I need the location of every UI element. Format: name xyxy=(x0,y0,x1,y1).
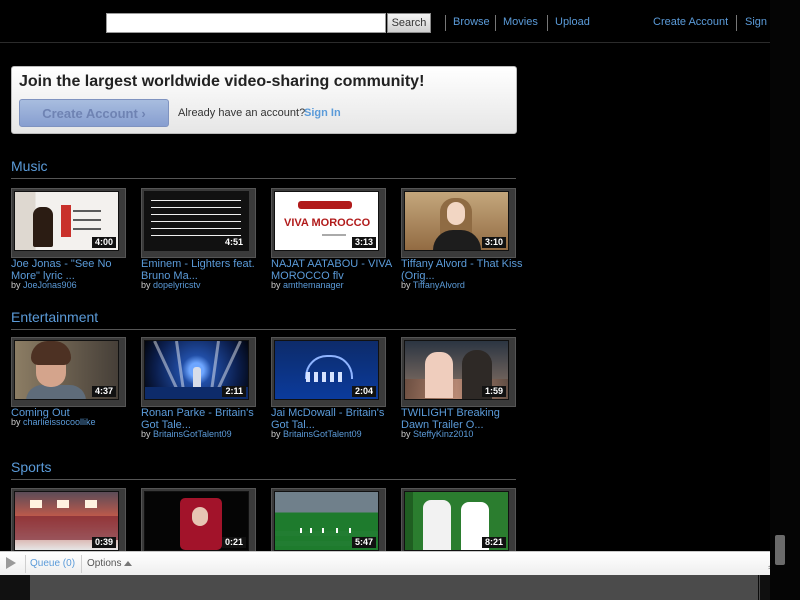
queue-bar: Queue (0) Options ︽ xyxy=(0,551,800,576)
section-divider xyxy=(11,479,516,480)
video-thumbnail[interactable]: 3:10 xyxy=(401,188,516,258)
duration-badge: 4:51 xyxy=(221,237,246,248)
page-bottom-panel xyxy=(30,575,758,600)
video-thumbnail[interactable]: 8:21 xyxy=(401,488,516,558)
nav-movies-link[interactable]: Movies xyxy=(503,16,538,28)
nav-upload-link[interactable]: Upload xyxy=(555,16,590,28)
video-thumbnail[interactable]: 4:37 xyxy=(11,337,126,407)
video-byline: by BritainsGotTalent09 xyxy=(141,429,232,439)
section-divider xyxy=(11,178,516,179)
duration-badge: 3:13 xyxy=(351,237,376,248)
video-thumbnail[interactable]: 4:00 xyxy=(11,188,126,258)
video-byline: by JoeJonas906 xyxy=(11,280,77,290)
channel-link[interactable]: TiffanyAlvord xyxy=(413,280,465,290)
video-byline: by TiffanyAlvord xyxy=(401,280,465,290)
channel-link[interactable]: BritainsGotTalent09 xyxy=(153,429,232,439)
video-title-link[interactable]: Joe Jonas - "See No More" lyric ... xyxy=(11,258,133,282)
promo-have-account-text: Already have an account? xyxy=(178,107,306,119)
nav-separator xyxy=(736,15,737,31)
video-byline: by charlieissocoollike xyxy=(11,417,96,427)
promo-sign-in-link[interactable]: Sign In xyxy=(304,107,341,119)
duration-badge: 4:37 xyxy=(91,386,116,397)
promo-title: Join the largest worldwide video-sharing… xyxy=(19,73,425,90)
video-thumbnail[interactable]: 4:51 xyxy=(141,188,256,258)
video-title-link[interactable]: TWILIGHT Breaking Dawn Trailer O... xyxy=(401,407,523,431)
duration-badge: 4:00 xyxy=(91,237,116,248)
right-scrollbar-area[interactable] xyxy=(770,0,800,600)
channel-link[interactable]: SteffyKinz2010 xyxy=(413,429,473,439)
play-icon[interactable] xyxy=(6,557,16,569)
search-input[interactable] xyxy=(106,13,386,33)
page-bottom-left-panel xyxy=(0,575,30,600)
create-account-button[interactable]: Create Account › xyxy=(19,99,169,127)
video-thumbnail[interactable]: 0:39 xyxy=(11,488,126,558)
scroll-track[interactable] xyxy=(759,575,770,600)
nav-separator xyxy=(495,15,496,31)
duration-badge: 5:47 xyxy=(351,537,376,548)
duration-badge: 2:11 xyxy=(222,386,246,397)
section-title[interactable]: Sports xyxy=(11,459,51,475)
video-byline: by dopelyricstv xyxy=(141,280,201,290)
caret-up-icon[interactable] xyxy=(124,561,132,566)
video-byline: by amthemanager xyxy=(271,280,344,290)
top-bar: Search Browse Movies Upload Create Accou… xyxy=(0,0,800,43)
video-byline: by SteffyKinz2010 xyxy=(401,429,474,439)
video-title-link[interactable]: Ronan Parke - Britain's Got Tale... xyxy=(141,407,263,431)
channel-link[interactable]: charlieissocoollike xyxy=(23,417,96,427)
video-thumbnail[interactable]: 0:21 xyxy=(141,488,256,558)
queue-separator xyxy=(81,555,82,573)
video-title-link[interactable]: Eminem - Lighters feat. Bruno Ma... xyxy=(141,258,263,282)
video-thumbnail[interactable]: 1:59 xyxy=(401,337,516,407)
duration-badge: 0:21 xyxy=(221,537,246,548)
channel-link[interactable]: amthemanager xyxy=(283,280,344,290)
queue-separator xyxy=(25,555,26,573)
search-button[interactable]: Search xyxy=(387,13,431,33)
scrollbar-thumb[interactable] xyxy=(775,535,785,565)
video-title-link[interactable]: Jai McDowall - Britain's Got Tal... xyxy=(271,407,393,431)
duration-badge: 1:59 xyxy=(481,386,506,397)
video-thumbnail[interactable]: 2:11 xyxy=(141,337,256,407)
section-title[interactable]: Entertainment xyxy=(11,309,98,325)
duration-badge: 8:21 xyxy=(481,537,506,548)
video-thumbnail[interactable]: 5:47 xyxy=(271,488,386,558)
create-account-link[interactable]: Create Account xyxy=(653,16,728,28)
section-divider xyxy=(11,329,516,330)
video-thumbnail[interactable]: 2:04 xyxy=(271,337,386,407)
duration-badge: 2:04 xyxy=(351,386,376,397)
duration-badge: 0:39 xyxy=(91,537,116,548)
nav-browse-link[interactable]: Browse xyxy=(453,16,490,28)
section-title[interactable]: Music xyxy=(11,158,48,174)
video-title-link[interactable]: NAJAT AATABOU - VIVA MOROCCO flv xyxy=(271,258,393,282)
duration-badge: 3:10 xyxy=(481,237,506,248)
nav-separator xyxy=(547,15,548,31)
options-menu[interactable]: Options xyxy=(87,558,121,569)
channel-link[interactable]: BritainsGotTalent09 xyxy=(283,429,362,439)
channel-link[interactable]: dopelyricstv xyxy=(153,280,201,290)
video-title-link[interactable]: Tiffany Alvord - That Kiss (Orig... xyxy=(401,258,523,282)
channel-link[interactable]: JoeJonas906 xyxy=(23,280,77,290)
nav-separator xyxy=(445,15,446,31)
signup-promo: Join the largest worldwide video-sharing… xyxy=(11,66,517,134)
video-byline: by BritainsGotTalent09 xyxy=(271,429,362,439)
video-thumbnail[interactable]: VIVA MOROCCO 3:13 xyxy=(271,188,386,258)
queue-link[interactable]: Queue (0) xyxy=(30,558,75,569)
